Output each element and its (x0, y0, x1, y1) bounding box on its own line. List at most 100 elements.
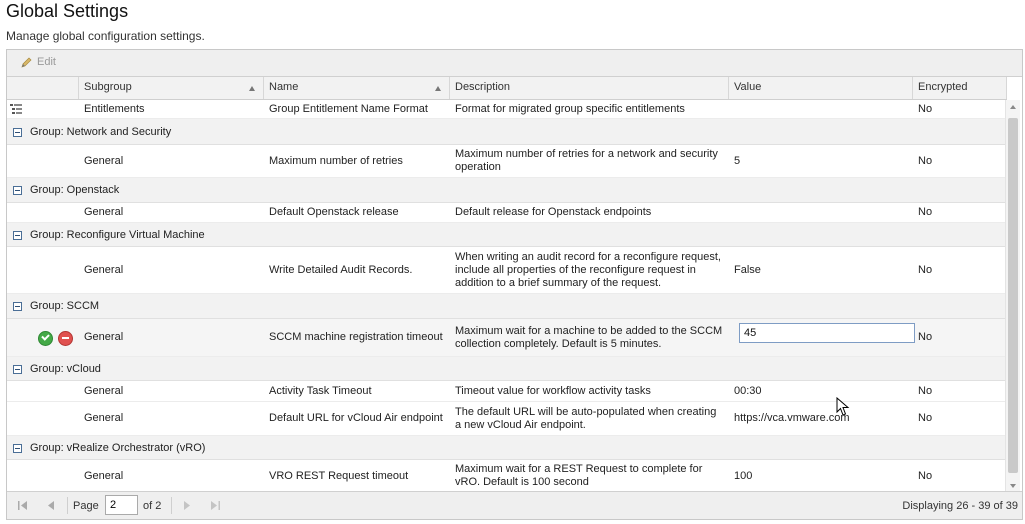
displaying-count: Displaying 26 - 39 of 39 (902, 500, 1018, 512)
cell-subgroup: General (84, 263, 124, 276)
page-number-input[interactable] (105, 495, 138, 515)
cell-subgroup: Entitlements (84, 102, 145, 115)
group-label: Group: Openstack (30, 184, 120, 196)
table-row[interactable]: General VRO REST Request timeout Maximum… (7, 460, 1007, 493)
edit-button[interactable]: Edit (21, 56, 56, 68)
table-row[interactable]: General Maximum number of retries Maximu… (7, 145, 1007, 178)
cell-value: https://vca.vmware.com (734, 412, 850, 424)
group-header-openstack[interactable]: Group: Openstack (7, 178, 1007, 203)
collapse-icon[interactable] (13, 128, 22, 137)
table-row-editing[interactable]: General SCCM machine registration timeou… (7, 319, 1007, 357)
collapse-icon[interactable] (13, 186, 22, 195)
column-header-description[interactable]: Description (450, 77, 729, 99)
cell-description: The default URL will be auto-populated w… (455, 405, 717, 431)
collapse-icon[interactable] (13, 302, 22, 311)
cell-name: Activity Task Timeout (269, 384, 372, 397)
grid-header: Subgroup Name Description Value Encrypte… (7, 77, 1007, 100)
pagination-bar: Page of 2 Displaying 26 - 39 of 39 (7, 491, 1022, 519)
cell-subgroup: General (84, 154, 124, 167)
cell-subgroup: General (84, 469, 124, 482)
sort-ascending-icon (249, 86, 255, 91)
column-header-subgroup-label: Subgroup (84, 81, 132, 93)
cell-name: Maximum number of retries (269, 154, 403, 167)
cell-value: 5 (734, 154, 741, 167)
tree-list-icon (10, 104, 22, 114)
collapse-icon[interactable] (13, 444, 22, 453)
group-label: Group: Reconfigure Virtual Machine (30, 229, 205, 241)
edit-button-label: Edit (37, 56, 56, 68)
cell-value: False (734, 263, 761, 276)
group-header-reconfigure-vm[interactable]: Group: Reconfigure Virtual Machine (7, 223, 1007, 247)
pager-separator (67, 497, 68, 514)
table-row[interactable]: General Default URL for vCloud Air endpo… (7, 402, 1007, 436)
group-header-vro[interactable]: Group: vRealize Orchestrator (vRO) (7, 436, 1007, 460)
table-row[interactable]: General Activity Task Timeout Timeout va… (7, 381, 1007, 402)
cell-name: SCCM machine registration timeout (269, 331, 443, 343)
column-header-encrypted-label: Encrypted (918, 81, 968, 93)
cell-encrypted: No (918, 469, 933, 482)
cell-description: Default release for Openstack endpoints (455, 206, 652, 218)
cell-subgroup: General (84, 206, 124, 218)
table-row[interactable]: Entitlements Group Entitlement Name Form… (7, 100, 1007, 119)
page-count-label: of 2 (143, 500, 162, 512)
cell-subgroup: General (84, 331, 124, 343)
page-title: Global Settings (6, 1, 129, 21)
cell-value: 100 (734, 469, 753, 482)
column-header-name-label: Name (269, 81, 299, 93)
group-label: Group: SCCM (30, 300, 100, 312)
cell-description: When writing an audit record for a recon… (455, 250, 721, 289)
cell-encrypted: No (918, 384, 933, 397)
column-header-value[interactable]: Value (729, 77, 913, 99)
group-label: Group: Network and Security (30, 126, 172, 138)
group-label: Group: vCloud (30, 363, 101, 375)
last-page-icon[interactable] (209, 500, 221, 511)
sort-ascending-icon (435, 86, 441, 91)
column-header-name[interactable]: Name (264, 77, 450, 99)
cell-value: 00:30 (734, 384, 762, 397)
value-edit-input[interactable] (739, 323, 915, 343)
cell-value (729, 203, 913, 222)
first-page-icon[interactable] (17, 500, 29, 511)
column-header-subgroup[interactable]: Subgroup (79, 77, 264, 99)
cell-description: Maximum wait for a REST Request to compl… (455, 463, 703, 488)
cell-encrypted: No (918, 331, 933, 343)
settings-grid: Edit Subgroup Name Description Value Enc… (6, 49, 1023, 520)
group-header-network-security[interactable]: Group: Network and Security (7, 119, 1007, 145)
cell-description: Maximum number of retries for a network … (455, 148, 718, 173)
cell-description: Timeout value for workflow activity task… (455, 384, 651, 397)
cell-name: Write Detailed Audit Records. (269, 263, 413, 276)
cell-name: VRO REST Request timeout (269, 469, 409, 482)
scroll-down-icon[interactable] (1010, 484, 1016, 488)
column-header-encrypted[interactable]: Encrypted (913, 77, 1007, 99)
column-header-spacer (7, 77, 79, 99)
next-page-icon[interactable] (181, 500, 193, 511)
grid-body: Entitlements Group Entitlement Name Form… (7, 100, 1007, 493)
cell-description: Maximum wait for a machine to be added t… (455, 324, 723, 350)
page-subtitle: Manage global configuration settings. (6, 29, 205, 43)
table-row[interactable]: General Default Openstack release Defaul… (7, 203, 1007, 223)
cell-encrypted: No (918, 263, 933, 276)
collapse-icon[interactable] (13, 365, 22, 374)
cell-encrypted: No (918, 412, 933, 424)
cell-name: Default Openstack release (269, 206, 399, 218)
previous-page-icon[interactable] (45, 500, 57, 511)
pager-separator (171, 497, 172, 514)
cell-encrypted: No (918, 206, 933, 218)
cell-value (729, 100, 913, 118)
vertical-scrollbar[interactable] (1005, 100, 1020, 493)
grid-toolbar: Edit (7, 50, 1022, 77)
cell-description: Format for migrated group specific entit… (455, 102, 685, 115)
group-header-sccm[interactable]: Group: SCCM (7, 294, 1007, 319)
group-header-vcloud[interactable]: Group: vCloud (7, 357, 1007, 381)
cancel-edit-icon[interactable] (58, 331, 73, 346)
table-row[interactable]: General Write Detailed Audit Records. Wh… (7, 247, 1007, 294)
scroll-up-icon[interactable] (1010, 105, 1016, 109)
collapse-icon[interactable] (13, 231, 22, 240)
scroll-thumb[interactable] (1008, 118, 1018, 473)
cell-name: Default URL for vCloud Air endpoint (269, 412, 443, 424)
column-header-value-label: Value (734, 81, 762, 93)
column-header-description-label: Description (455, 81, 511, 93)
group-label: Group: vRealize Orchestrator (vRO) (30, 442, 206, 454)
confirm-edit-icon[interactable] (38, 331, 53, 346)
page-label: Page (73, 500, 99, 512)
